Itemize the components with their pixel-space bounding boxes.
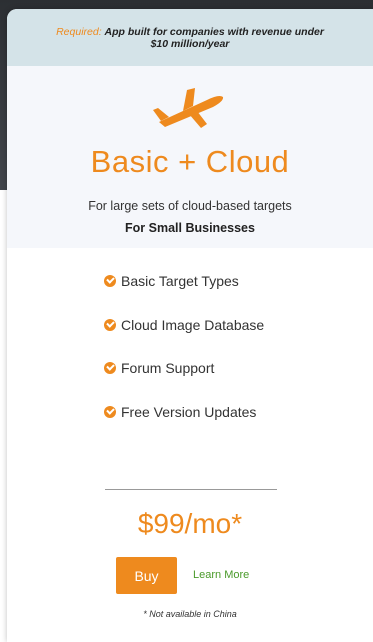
plan-title: Basic + Cloud <box>90 144 290 179</box>
check-circle-icon <box>104 318 116 331</box>
airplane-icon <box>153 88 224 128</box>
learn-more-link[interactable]: Learn More <box>193 569 249 581</box>
feature-item: Basic Target Types <box>104 271 264 291</box>
price-divider <box>105 489 277 490</box>
pricing-card: Required: App built for companies with r… <box>7 9 373 642</box>
requirement-text: Required: App built for companies with r… <box>47 26 333 50</box>
feature-item: Free Version Updates <box>104 402 264 422</box>
check-circle-icon <box>104 362 116 374</box>
required-label: Required: <box>56 25 102 38</box>
check-circle-icon <box>104 275 116 287</box>
feature-list: Basic Target Types Cloud Image Database … <box>104 271 264 445</box>
feature-item: Forum Support <box>104 358 264 378</box>
requirement-notice: Required: App built for companies with r… <box>7 9 373 66</box>
feature-label: Basic Target Types <box>121 273 239 289</box>
plan-price: $99/mo* <box>137 508 243 539</box>
check-circle-icon <box>104 405 116 418</box>
availability-footnote: * Not available in China <box>143 609 237 619</box>
buy-button[interactable]: Buy <box>116 557 177 594</box>
feature-item: Cloud Image Database <box>104 315 264 335</box>
feature-label: Cloud Image Database <box>121 316 265 333</box>
feature-label: Forum Support <box>121 360 215 376</box>
requirement-description: App built for companies with revenue und… <box>104 25 324 50</box>
plan-audience: For Small Businesses <box>125 221 255 235</box>
plan-description: For large sets of cloud-based targets <box>88 199 292 213</box>
feature-label: Free Version Updates <box>121 403 257 420</box>
plan-header: Basic + Cloud For large sets of cloud-ba… <box>7 66 373 248</box>
